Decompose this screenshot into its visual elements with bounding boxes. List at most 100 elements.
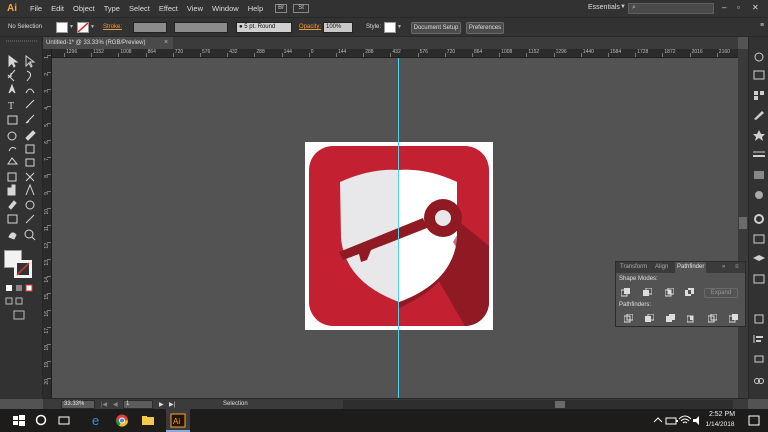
stroke-weight-field[interactable] bbox=[133, 22, 167, 33]
vertical-ruler[interactable]: 1 2 3 4 5 6 7 8 9 10 11 12 13 14 15 16 17 18 19 20 bbox=[43, 49, 52, 398]
next-artboard-icon[interactable]: ▶ bbox=[159, 401, 164, 408]
ruler-tick-label: 16 bbox=[44, 311, 50, 317]
canvas[interactable] bbox=[52, 58, 738, 398]
panel-menu-icon[interactable]: ≡ bbox=[760, 22, 764, 29]
menu-object[interactable]: Object bbox=[73, 4, 95, 13]
screen-mode-icon[interactable] bbox=[12, 309, 28, 321]
menu-edit[interactable]: Edit bbox=[51, 4, 64, 13]
panel-menu-icon[interactable]: ≡ bbox=[735, 264, 739, 270]
illustrator-logo[interactable]: Ai bbox=[3, 2, 21, 16]
outline-icon[interactable] bbox=[708, 314, 717, 323]
align-icon[interactable] bbox=[752, 333, 766, 345]
artboard[interactable] bbox=[305, 142, 493, 330]
last-artboard-icon[interactable]: ▶| bbox=[169, 401, 175, 408]
illustrator-taskbar-icon[interactable]: Ai bbox=[170, 413, 186, 428]
key-shield-app-icon[interactable] bbox=[305, 142, 493, 330]
appearance-icon[interactable] bbox=[752, 213, 766, 225]
chevron-down-icon[interactable]: ▼ bbox=[69, 23, 75, 32]
transparency-icon[interactable] bbox=[752, 189, 766, 201]
artboards-icon[interactable] bbox=[752, 273, 766, 285]
horizontal-ruler[interactable]: 1296 1152 1008 864 720 576 432 288 144 0 144 288 432… bbox=[52, 49, 738, 58]
document-setup-button[interactable]: Document Setup bbox=[411, 22, 461, 34]
color-guide-icon[interactable] bbox=[752, 69, 766, 81]
close-icon[interactable]: × bbox=[164, 39, 168, 46]
previous-artboard-icon[interactable]: ◀ bbox=[113, 401, 118, 408]
arrange-documents-button[interactable]: St bbox=[293, 4, 310, 13]
merge-icon[interactable] bbox=[666, 314, 675, 323]
control-bar: No Selection ▼ ▼ Stroke: ● 5 pt. Round O… bbox=[0, 17, 768, 37]
brush-definition[interactable]: ● 5 pt. Round bbox=[236, 22, 292, 33]
search-help-field[interactable]: ⌕ bbox=[628, 3, 714, 14]
preferences-button[interactable]: Preferences bbox=[466, 22, 504, 34]
links-icon[interactable] bbox=[752, 375, 766, 387]
zoom-field[interactable]: 33.33% bbox=[61, 400, 95, 409]
menu-window[interactable]: Window bbox=[212, 4, 239, 13]
workspace-switcher[interactable]: Essentials bbox=[588, 4, 620, 11]
panel-collapse-icon[interactable]: » bbox=[722, 264, 725, 270]
trim-icon[interactable] bbox=[645, 314, 654, 323]
menu-select[interactable]: Select bbox=[129, 4, 150, 13]
edge-browser-icon[interactable]: e bbox=[90, 413, 106, 428]
libraries-icon[interactable] bbox=[752, 313, 766, 325]
chevron-down-icon[interactable]: ▼ bbox=[90, 23, 96, 32]
vertical-scrollbar[interactable] bbox=[738, 49, 748, 398]
maximize-icon[interactable]: ▫ bbox=[737, 3, 740, 12]
ruler-tick bbox=[444, 53, 446, 57]
chevron-down-icon[interactable]: ▼ bbox=[620, 4, 626, 10]
crop-icon[interactable] bbox=[687, 314, 696, 323]
intersect-icon[interactable] bbox=[665, 288, 674, 297]
graphic-styles-icon[interactable] bbox=[752, 233, 766, 245]
horizontal-scrollbar[interactable] bbox=[343, 400, 733, 409]
taskbar-date[interactable]: 1/14/2018 bbox=[700, 421, 740, 428]
menu-help[interactable]: Help bbox=[248, 4, 263, 13]
document-tab[interactable]: Untitled-1* @ 33.33% (RGB/Preview) bbox=[43, 37, 173, 49]
close-icon[interactable]: ✕ bbox=[752, 3, 759, 12]
tab-align[interactable]: Align bbox=[655, 264, 668, 270]
stroke-icon[interactable] bbox=[752, 149, 766, 161]
gradient-icon[interactable] bbox=[752, 169, 766, 181]
transform-icon[interactable] bbox=[752, 353, 766, 365]
opacity-field[interactable]: 100% bbox=[323, 22, 353, 33]
expand-button[interactable]: Expand bbox=[704, 288, 738, 298]
color-icon[interactable] bbox=[752, 51, 766, 63]
ruler-tick bbox=[47, 157, 51, 158]
chrome-icon[interactable] bbox=[114, 413, 130, 428]
current-tool-status[interactable]: Selection bbox=[223, 401, 248, 407]
file-explorer-icon[interactable] bbox=[140, 413, 156, 428]
menu-type[interactable]: Type bbox=[104, 4, 120, 13]
stroke-swatch[interactable] bbox=[77, 22, 89, 33]
status-bar: 33.33% |◀ ◀ 1 ▶ ▶| Selection bbox=[43, 398, 748, 409]
opacity-label[interactable]: Opacity: bbox=[299, 24, 321, 30]
menu-file[interactable]: File bbox=[30, 4, 42, 13]
windows-start-icon[interactable] bbox=[11, 413, 27, 428]
divide-icon[interactable] bbox=[624, 314, 633, 323]
chevron-down-icon[interactable]: ▼ bbox=[397, 23, 403, 32]
search-icon[interactable] bbox=[33, 413, 49, 428]
tab-transform[interactable]: Transform bbox=[620, 264, 647, 270]
graphic-style-swatch[interactable] bbox=[384, 22, 396, 33]
exclude-icon[interactable] bbox=[685, 288, 694, 297]
task-view-icon[interactable] bbox=[56, 413, 72, 428]
menu-effect[interactable]: Effect bbox=[159, 4, 178, 13]
variable-width-profile[interactable] bbox=[174, 22, 228, 33]
bridge-button[interactable]: Br bbox=[275, 4, 288, 13]
artboard-number-field[interactable]: 1 bbox=[123, 400, 153, 409]
stroke-label[interactable]: Stroke: bbox=[103, 24, 122, 30]
minus-back-icon[interactable] bbox=[729, 314, 738, 323]
scrollbar-thumb[interactable] bbox=[739, 217, 747, 229]
symbols-icon[interactable] bbox=[752, 129, 766, 141]
taskbar-time[interactable]: 2:52 PM bbox=[705, 411, 739, 418]
minimize-icon[interactable]: – bbox=[722, 3, 726, 12]
scrollbar-thumb[interactable] bbox=[555, 401, 565, 408]
layers-icon[interactable] bbox=[752, 253, 766, 265]
tab-pathfinder[interactable]: Pathfinder bbox=[675, 262, 707, 273]
menu-view[interactable]: View bbox=[187, 4, 203, 13]
fill-swatch[interactable] bbox=[56, 22, 68, 33]
notifications-icon[interactable] bbox=[746, 413, 762, 428]
swatches-icon[interactable] bbox=[752, 89, 766, 101]
first-artboard-icon[interactable]: |◀ bbox=[101, 401, 107, 408]
brushes-icon[interactable] bbox=[752, 109, 766, 121]
minus-front-icon[interactable] bbox=[643, 288, 652, 297]
vertical-guide[interactable] bbox=[398, 58, 399, 398]
unite-icon[interactable] bbox=[621, 288, 630, 297]
